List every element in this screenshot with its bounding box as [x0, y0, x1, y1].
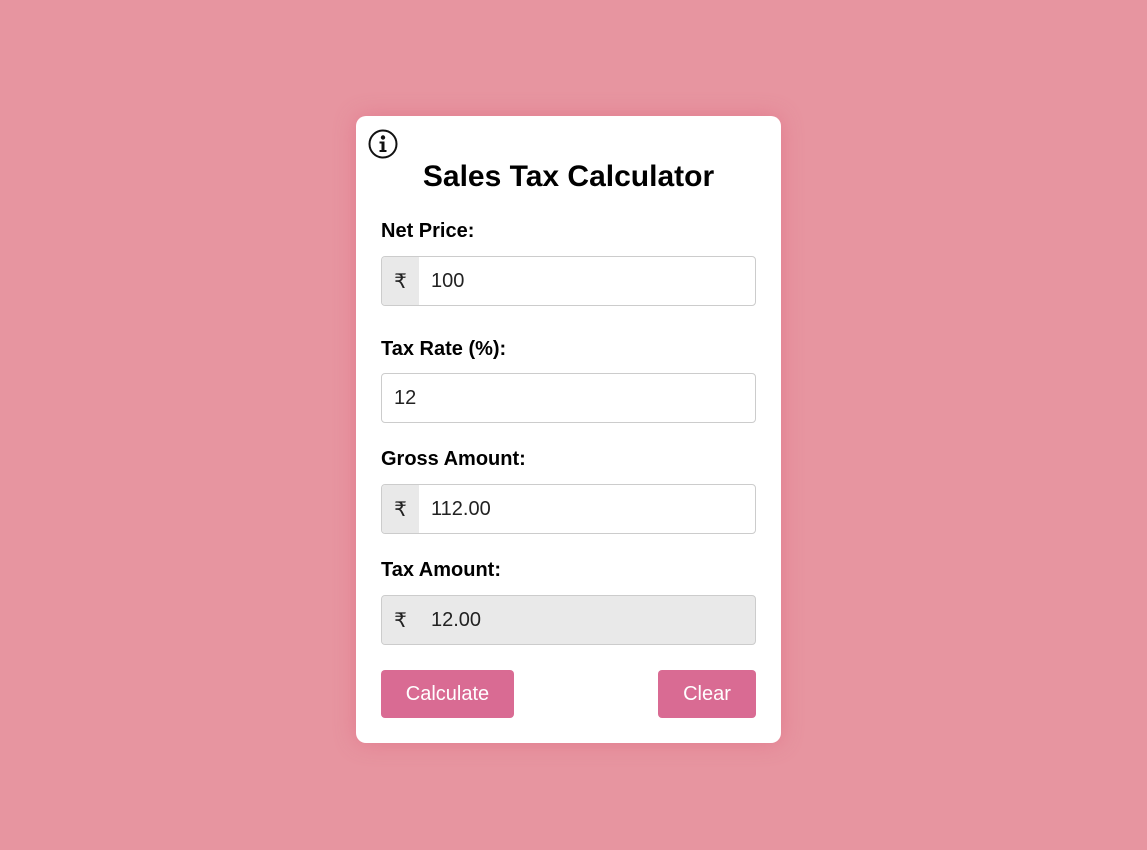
tax-rate-label: Tax Rate (%):	[381, 338, 507, 360]
clear-button[interactable]: Clear	[658, 670, 756, 718]
calculate-button[interactable]: Calculate	[381, 670, 514, 718]
net-price-field: ₹	[381, 256, 756, 306]
rupee-prefix: ₹	[382, 485, 419, 533]
gross-amount-input[interactable]	[419, 485, 755, 533]
info-icon[interactable]	[368, 129, 398, 159]
tax-amount-label: Tax Amount:	[381, 559, 501, 581]
tax-rate-input[interactable]	[382, 374, 755, 422]
gross-amount-label: Gross Amount:	[381, 448, 526, 470]
net-price-input[interactable]	[419, 257, 755, 305]
tax-amount-field: ₹	[381, 595, 756, 645]
tax-amount-output	[419, 596, 755, 644]
gross-amount-field: ₹	[381, 484, 756, 534]
rupee-prefix: ₹	[382, 596, 419, 644]
calculator-card: Sales Tax Calculator Net Price: ₹ Tax Ra…	[356, 116, 781, 743]
net-price-label: Net Price:	[381, 220, 475, 242]
tax-rate-field	[381, 373, 756, 423]
rupee-prefix: ₹	[382, 257, 419, 305]
page-title: Sales Tax Calculator	[422, 160, 715, 193]
